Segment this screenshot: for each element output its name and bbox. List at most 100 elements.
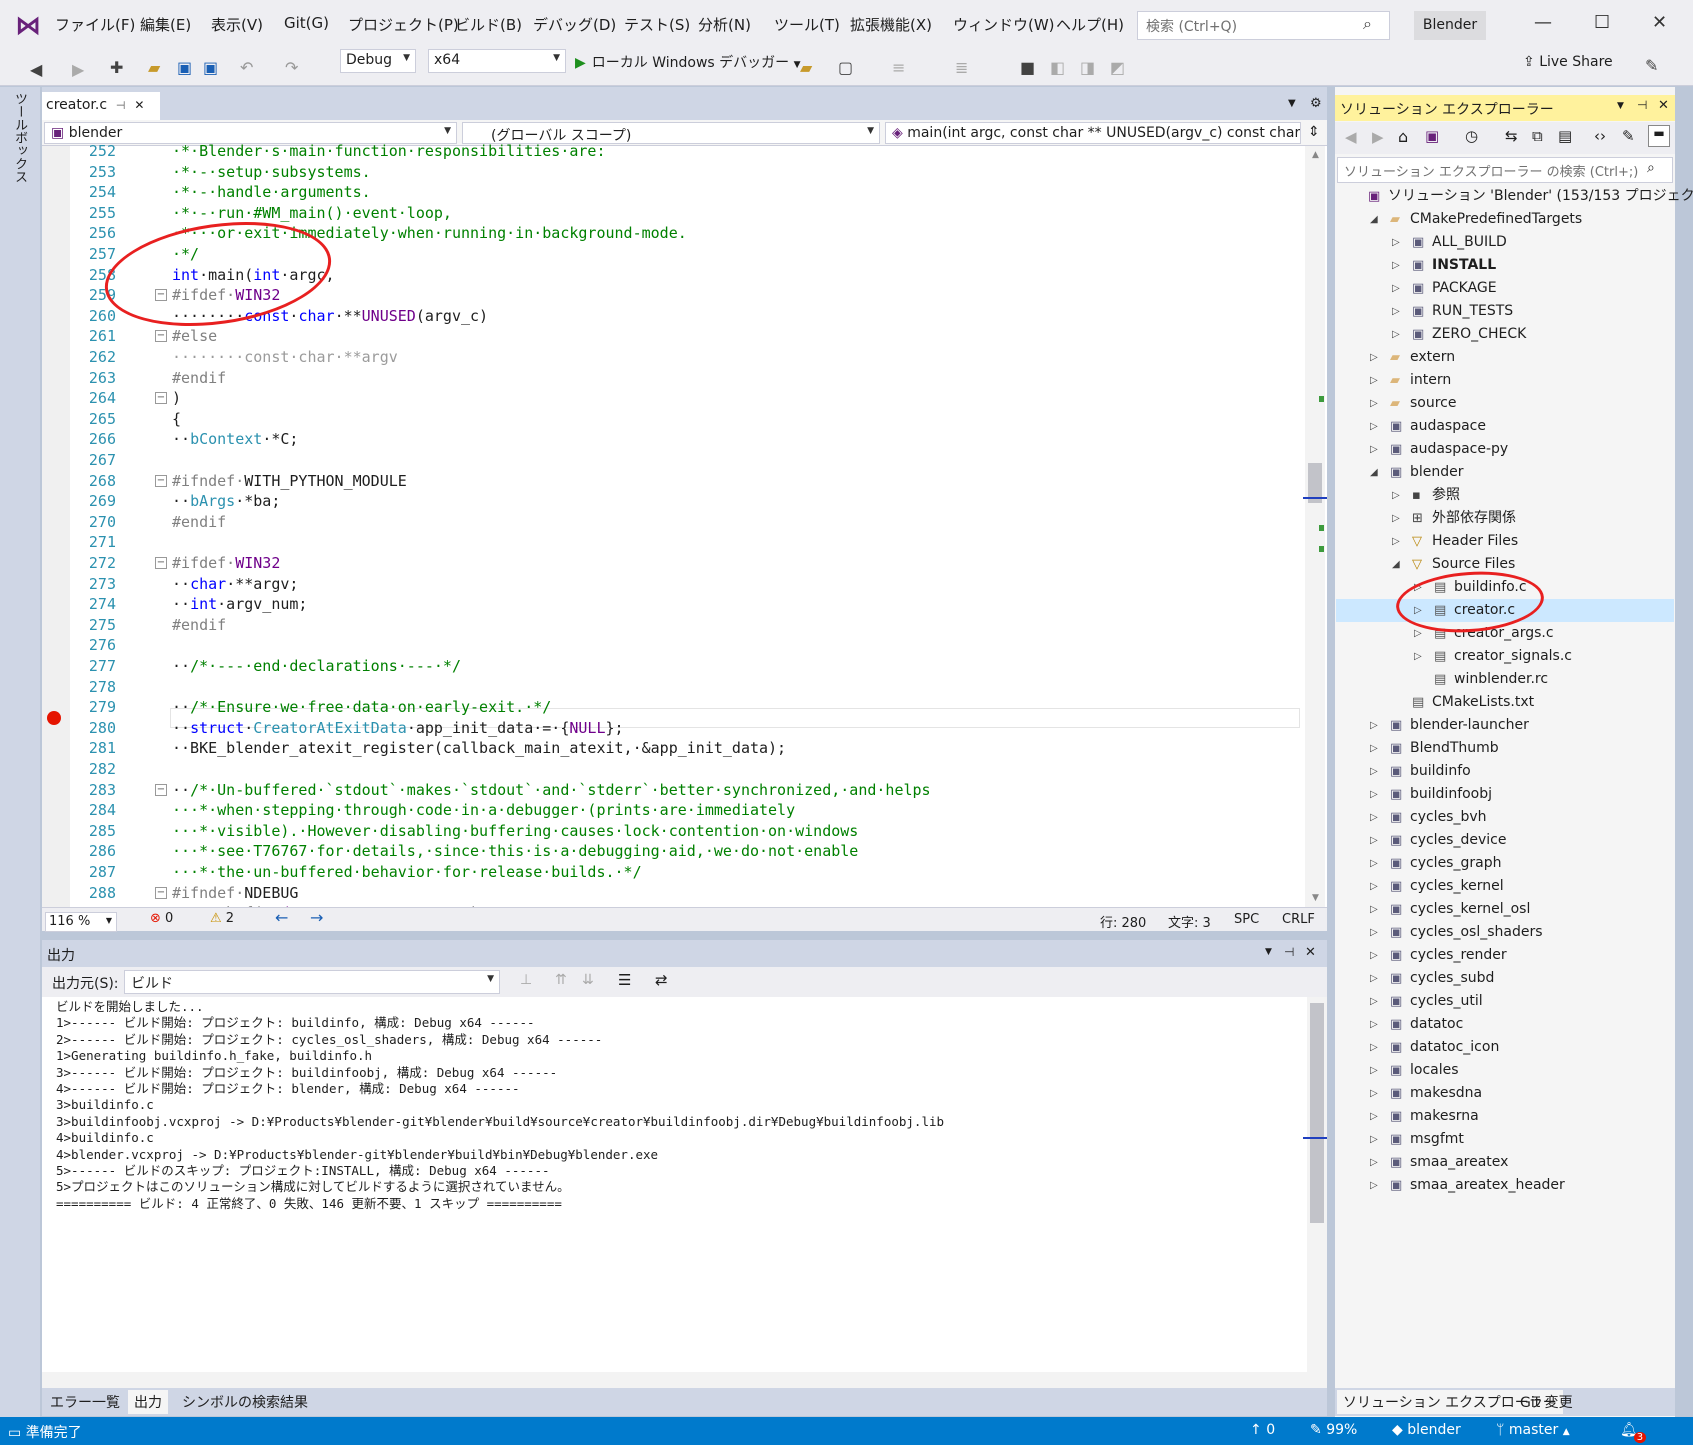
config-select[interactable]: Debug ▼ xyxy=(340,49,416,73)
bookmark-clear-icon[interactable]: ◩ xyxy=(1110,58,1125,77)
code-line[interactable]: #ifndef·NDEBUG xyxy=(172,883,298,904)
publish-count[interactable]: ↑ 0 xyxy=(1250,1422,1275,1438)
tree-item[interactable]: cycles_util xyxy=(1410,990,1483,1013)
forward-icon[interactable]: ▶ xyxy=(72,60,84,79)
tree-item[interactable]: BlendThumb xyxy=(1410,737,1499,760)
tree-item[interactable]: cycles_subd xyxy=(1410,967,1494,990)
tree-item[interactable]: 参照 xyxy=(1432,484,1460,507)
collapsed-arrow-icon[interactable]: ▷ xyxy=(1370,789,1378,800)
code-line[interactable]: ··/*·Un-buffered·`stdout`·makes·`stdout`… xyxy=(172,780,931,801)
solution-search-input[interactable]: ソリューション エクスプローラー の検索 (Ctrl+;) xyxy=(1337,157,1673,183)
expanded-arrow-icon[interactable]: ◢ xyxy=(1392,559,1400,570)
menu-item[interactable]: 分析(N) xyxy=(698,14,751,35)
fold-toggle-icon[interactable]: − xyxy=(155,557,167,569)
expanded-arrow-icon[interactable]: ◢ xyxy=(1370,467,1378,478)
collapsed-arrow-icon[interactable]: ▷ xyxy=(1370,720,1378,731)
save-icon[interactable]: ▣ xyxy=(177,58,192,77)
output-horizontal-scrollbar[interactable] xyxy=(42,1372,1327,1388)
tree-item[interactable]: makesdna xyxy=(1410,1082,1482,1105)
tree-item[interactable]: msgfmt xyxy=(1410,1128,1464,1151)
start-debugging-button[interactable]: ▶ ローカル Windows デバッガー ▼ xyxy=(575,52,801,74)
tree-item[interactable]: ZERO_CHECK xyxy=(1432,323,1526,346)
code-line[interactable]: ···*·the·un-buffered·behavior·for·releas… xyxy=(172,862,642,883)
collapsed-arrow-icon[interactable]: ▷ xyxy=(1392,490,1400,501)
feedback-icon[interactable]: ✎ xyxy=(1645,56,1658,75)
line-ending-indicator[interactable]: CRLF xyxy=(1282,912,1315,927)
open-folder-icon[interactable]: ▰ xyxy=(148,58,160,77)
menu-item[interactable]: プロジェクト(P) xyxy=(348,14,459,35)
home-icon[interactable]: ⌂ xyxy=(1398,127,1408,146)
menu-item[interactable]: ビルド(B) xyxy=(455,14,522,35)
collapsed-arrow-icon[interactable]: ▷ xyxy=(1370,812,1378,823)
code-line[interactable]: ·*·-·run·#WM_main()·event·loop, xyxy=(172,203,452,224)
collapsed-arrow-icon[interactable]: ▷ xyxy=(1414,651,1422,662)
bookmark-icon[interactable]: ■ xyxy=(1020,58,1035,77)
error-count[interactable]: ⊗ 0 xyxy=(150,911,173,926)
panel-dropdown-icon[interactable]: ▼ xyxy=(1265,947,1272,957)
tree-item[interactable]: winblender.rc xyxy=(1454,668,1548,691)
tree-item[interactable]: ソリューション 'Blender' (153/153 プロジェクト) xyxy=(1388,185,1693,208)
next-message-icon[interactable]: ⇊ xyxy=(582,972,594,988)
preview-selected-icon[interactable]: ▬ xyxy=(1648,125,1670,147)
settings-gear-icon[interactable]: ⚙ xyxy=(1310,96,1322,111)
tree-item[interactable]: CMakePredefinedTargets xyxy=(1410,208,1582,231)
back-icon[interactable]: ◀ xyxy=(1345,128,1357,146)
pending-edits[interactable]: ✎ 99% xyxy=(1310,1422,1357,1438)
show-all-files-icon[interactable]: ▤ xyxy=(1558,127,1572,145)
collapsed-arrow-icon[interactable]: ▷ xyxy=(1370,375,1378,386)
pending-changes-icon[interactable]: ◷ xyxy=(1465,127,1478,145)
menu-item[interactable]: 編集(E) xyxy=(140,14,191,35)
scroll-down-icon[interactable]: ▼ xyxy=(1312,893,1319,903)
output-scroll-thumb[interactable] xyxy=(1310,1003,1324,1223)
collapsed-arrow-icon[interactable]: ▷ xyxy=(1414,628,1422,639)
collapsed-arrow-icon[interactable]: ▷ xyxy=(1370,1134,1378,1145)
collapsed-arrow-icon[interactable]: ▷ xyxy=(1392,536,1400,547)
collapsed-arrow-icon[interactable]: ▷ xyxy=(1370,835,1378,846)
code-line[interactable]: ·*·Blender·s·main·function·responsibilit… xyxy=(172,141,605,162)
properties-wrench-icon[interactable]: ✎ xyxy=(1622,127,1635,145)
menu-item[interactable]: 表示(V) xyxy=(211,14,263,35)
tree-item[interactable]: smaa_areatex xyxy=(1410,1151,1508,1174)
output-source-select[interactable]: ビルド ▼ xyxy=(124,970,500,994)
tree-item[interactable]: INSTALL xyxy=(1432,254,1496,277)
split-editor-icon[interactable]: ⇕ xyxy=(1308,124,1320,140)
redo-icon[interactable]: ↷ xyxy=(285,58,298,77)
fold-toggle-icon[interactable]: − xyxy=(155,886,167,899)
save-all-icon[interactable]: ▣ xyxy=(203,58,218,77)
close-icon[interactable]: ✕ xyxy=(1652,12,1667,33)
menu-item[interactable]: ファイル(F) xyxy=(55,14,135,35)
tree-item[interactable]: PACKAGE xyxy=(1432,277,1497,300)
step-icon[interactable]: ≡ xyxy=(892,58,905,77)
menu-item[interactable]: デバッグ(D) xyxy=(533,14,616,35)
tree-item[interactable]: buildinfoobj xyxy=(1410,783,1492,806)
tree-item[interactable]: cycles_device xyxy=(1410,829,1506,852)
sync-icon[interactable]: ⇆ xyxy=(1505,127,1518,145)
collapsed-arrow-icon[interactable]: ▷ xyxy=(1370,352,1378,363)
tree-item[interactable]: 外部依存関係 xyxy=(1432,507,1516,530)
tree-item[interactable]: CMakeLists.txt xyxy=(1432,691,1534,714)
collapsed-arrow-icon[interactable]: ▷ xyxy=(1370,1019,1378,1030)
tree-item[interactable]: makesrna xyxy=(1410,1105,1479,1128)
collapsed-arrow-icon[interactable]: ▷ xyxy=(1370,950,1378,961)
bookmark-next-icon[interactable]: ◨ xyxy=(1080,58,1095,77)
fold-toggle-icon[interactable]: − xyxy=(155,783,167,796)
menu-item[interactable]: ツール(T) xyxy=(774,14,840,35)
collapsed-arrow-icon[interactable]: ▷ xyxy=(1370,1088,1378,1099)
undo-icon[interactable]: ↶ xyxy=(240,58,253,77)
tree-item[interactable]: datatoc xyxy=(1410,1013,1463,1036)
menu-item[interactable]: 拡張機能(X) xyxy=(850,14,932,35)
switch-views-icon[interactable]: ▣ xyxy=(1425,127,1439,145)
collapsed-arrow-icon[interactable]: ▷ xyxy=(1370,858,1378,869)
toolbox-tab[interactable]: ツールボックス xyxy=(10,92,29,183)
tree-item[interactable]: buildinfo xyxy=(1410,760,1471,783)
collapsed-arrow-icon[interactable]: ▷ xyxy=(1370,1042,1378,1053)
collapsed-arrow-icon[interactable]: ▷ xyxy=(1370,927,1378,938)
expanded-arrow-icon[interactable]: ◢ xyxy=(1370,214,1378,225)
next-issue-icon[interactable]: → xyxy=(310,908,323,927)
se-bottom-tab[interactable]: Git 変更 xyxy=(1514,1390,1579,1414)
tree-item[interactable]: cycles_osl_shaders xyxy=(1410,921,1543,944)
collapsed-arrow-icon[interactable]: ▷ xyxy=(1370,973,1378,984)
forward-icon[interactable]: ▶ xyxy=(1372,128,1384,146)
code-line[interactable]: ··struct·CreatorAtExitData·app_init_data… xyxy=(172,718,624,739)
collapsed-arrow-icon[interactable]: ▷ xyxy=(1370,1065,1378,1076)
